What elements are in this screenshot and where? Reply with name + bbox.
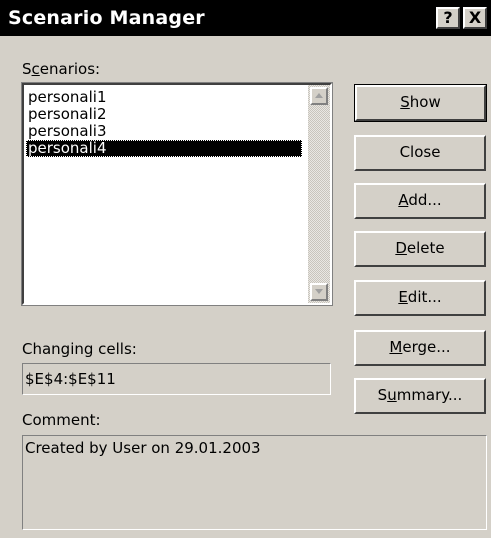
arrow-down-icon <box>315 289 323 294</box>
changing-cells-field: $E$4:$E$11 <box>22 363 331 395</box>
edit-button[interactable]: Edit... <box>354 280 486 316</box>
scenarios-listbox[interactable]: personali1 personali2 personali3 persona… <box>21 82 333 306</box>
comment-field: Created by User on 29.01.2003 <box>22 435 487 530</box>
title-bar[interactable]: Scenario Manager ? X <box>0 0 491 36</box>
delete-button[interactable]: Delete <box>354 231 486 267</box>
scenario-item-personali2[interactable]: personali2 <box>26 106 302 123</box>
summary-button[interactable]: Summary... <box>354 378 486 414</box>
scenario-manager-dialog: Scenario Manager ? X Scenarios: personal… <box>0 0 491 538</box>
scroll-up-button[interactable] <box>310 87 328 105</box>
scenario-item-personali1[interactable]: personali1 <box>26 89 302 106</box>
close-window-button[interactable]: X <box>463 7 487 29</box>
scroll-down-button[interactable] <box>310 283 328 301</box>
comment-label: Comment: <box>22 411 101 429</box>
close-button[interactable]: Close <box>354 135 486 171</box>
arrow-up-icon <box>315 93 323 98</box>
changing-cells-label: Changing cells: <box>22 340 137 358</box>
dialog-title: Scenario Manager <box>8 7 205 29</box>
help-button[interactable]: ? <box>436 7 460 29</box>
scenario-item-personali4[interactable]: personali4 <box>26 140 302 157</box>
scenario-item-personali3[interactable]: personali3 <box>26 123 302 140</box>
scenarios-label: Scenarios: <box>22 60 101 78</box>
scenarios-scrollbar[interactable] <box>308 85 330 303</box>
merge-button[interactable]: Merge... <box>354 330 486 366</box>
show-button[interactable]: Show <box>354 84 487 122</box>
add-button[interactable]: Add... <box>354 183 486 219</box>
